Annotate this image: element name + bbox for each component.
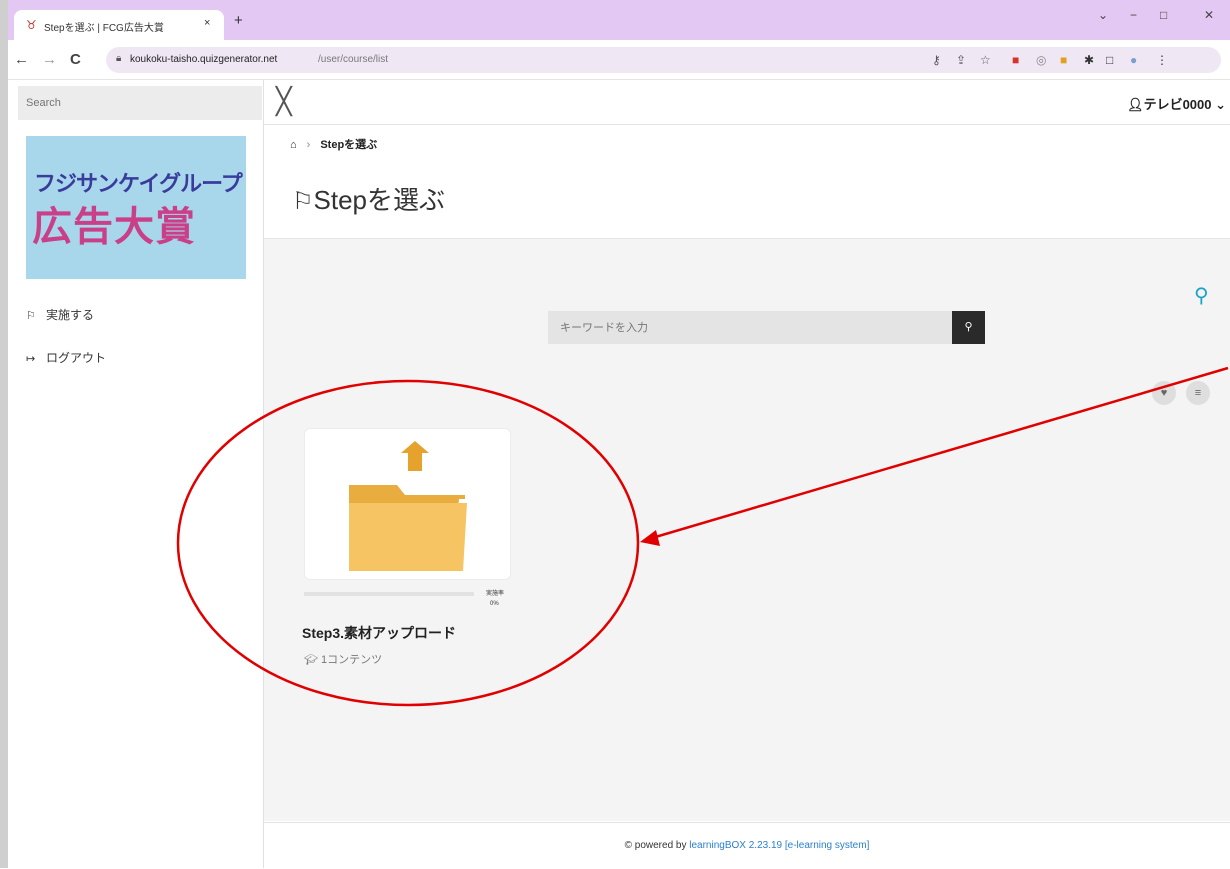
sidebar-item-label: ログアウト	[46, 351, 107, 365]
menu-icon[interactable]: ⋮	[1156, 53, 1168, 67]
breadcrumb-current: Stepを選ぶ	[320, 139, 378, 151]
tab-search-icon[interactable]: ⌄	[1098, 8, 1108, 22]
extension-yellow-icon[interactable]: ■	[1060, 53, 1067, 67]
course-card-thumbnail[interactable]	[304, 428, 511, 580]
course-card-meta: 🎓︎ 1コンテンツ	[304, 651, 382, 667]
content-count: 1コンテンツ	[321, 654, 383, 666]
list-view-icon[interactable]: ≡	[1186, 381, 1210, 405]
main-panel: ╳ 👤︎テレビ0000 ⌄ ⌂›Stepを選ぶ ⚐Stepを選ぶ ⚲ ⚲ ♥ ≡…	[264, 80, 1230, 869]
user-name: テレビ0000	[1143, 97, 1212, 112]
forward-icon[interactable]: →	[42, 51, 57, 68]
new-tab-button[interactable]: +	[234, 12, 243, 29]
logo-line2: 広告大賞	[32, 205, 196, 249]
url-path: /user/course/list	[318, 54, 389, 65]
lock-icon: 🔒︎	[116, 53, 122, 64]
maximize-button[interactable]: □	[1160, 8, 1167, 22]
favicon-icon: ♉	[26, 18, 37, 32]
minimize-button[interactable]: −	[1130, 8, 1137, 22]
page-title-text: Stepを選ぶ	[313, 185, 446, 215]
content-area: ⚲ ⚲ ♥ ≡ 実施率 0% Step3.素材アップロード 🎓︎ 1コンテンツ	[264, 238, 1230, 821]
progress-bar	[304, 592, 474, 596]
user-icon: 👤︎	[1127, 97, 1144, 112]
search-button[interactable]: ⚲	[952, 311, 985, 344]
rate-value: 0%	[490, 601, 499, 607]
sidepanel-icon[interactable]: □	[1106, 53, 1113, 67]
user-menu[interactable]: 👤︎テレビ0000 ⌄	[1127, 94, 1226, 113]
home-icon[interactable]: ⌂	[290, 139, 297, 151]
flag-icon: ⚐	[26, 310, 36, 322]
search-icon[interactable]: ⚲	[1194, 283, 1209, 308]
graduation-cap-icon: 🎓︎	[304, 654, 322, 666]
favorite-filter-icon[interactable]: ♥	[1152, 381, 1176, 405]
profile-avatar-icon[interactable]: ●	[1130, 53, 1137, 67]
sidebar-search-input[interactable]	[18, 86, 262, 120]
sidebar-item-label: 実施する	[46, 308, 95, 322]
browser-tab[interactable]: ♉ Stepを選ぶ | FCG広告大賞 ×	[14, 10, 224, 40]
footer-link[interactable]: learningBOX 2.23.19 [e-learning system]	[689, 840, 869, 851]
sidebar: フジサンケイグループ 広告大賞 ⚐ 実施する ↦ ログアウト	[8, 80, 264, 868]
footer-text: © powered by learningBOX 2.23.19 [e-lear…	[264, 840, 1230, 851]
breadcrumb: ⌂ › Stepを選ぶ	[290, 136, 377, 152]
keyword-search-input[interactable]	[548, 311, 952, 344]
star-icon[interactable]: ☆	[980, 53, 991, 67]
page-title: ⚐Stepを選ぶ	[292, 180, 445, 217]
folder-upload-icon	[349, 441, 467, 571]
logo[interactable]: フジサンケイグループ 広告大賞	[26, 136, 246, 279]
left-edge	[0, 0, 8, 868]
top-header: ╳ 👤︎テレビ0000 ⌄	[264, 80, 1230, 125]
url-host: koukoku-taisho.quizgenerator.net	[130, 54, 278, 65]
puzzle-icon[interactable]: ✱	[1084, 53, 1094, 67]
reload-icon[interactable]: C	[70, 51, 81, 68]
rate-label: 実施率	[486, 591, 505, 597]
share-icon[interactable]: ⇪	[956, 53, 966, 67]
flag-icon: ⚐	[292, 188, 314, 215]
browser-tabbar: ♉ Stepを選ぶ | FCG広告大賞 × + ⌄ − □ ✕	[0, 0, 1230, 40]
chevron-right-icon: ›	[306, 139, 311, 151]
address-bar[interactable]: 🔒︎ koukoku-taisho.quizgenerator.net /use…	[106, 47, 1221, 73]
sidebar-item-logout[interactable]: ↦ ログアウト	[26, 349, 106, 366]
close-window-button[interactable]: ✕	[1204, 8, 1214, 22]
extension-red-icon[interactable]: ■	[1012, 53, 1019, 67]
chevron-down-icon: ⌄	[1211, 97, 1226, 112]
footer-prefix: © powered by	[624, 840, 690, 851]
logout-icon: ↦	[26, 353, 36, 365]
close-menu-icon[interactable]: ╳	[276, 86, 292, 117]
back-icon[interactable]: ←	[14, 51, 29, 68]
tab-close-icon[interactable]: ×	[204, 17, 210, 29]
course-card-title[interactable]: Step3.素材アップロード	[302, 623, 456, 643]
sidebar-item-execute[interactable]: ⚐ 実施する	[26, 306, 94, 323]
key-icon[interactable]: ⚷	[932, 53, 941, 67]
camera-icon[interactable]: ◎	[1036, 53, 1046, 67]
footer: © powered by learningBOX 2.23.19 [e-lear…	[264, 822, 1230, 869]
browser-toolbar: ← → C 🔒︎ koukoku-taisho.quizgenerator.ne…	[0, 40, 1230, 80]
tab-title: Stepを選ぶ | FCG広告大賞	[44, 23, 164, 34]
